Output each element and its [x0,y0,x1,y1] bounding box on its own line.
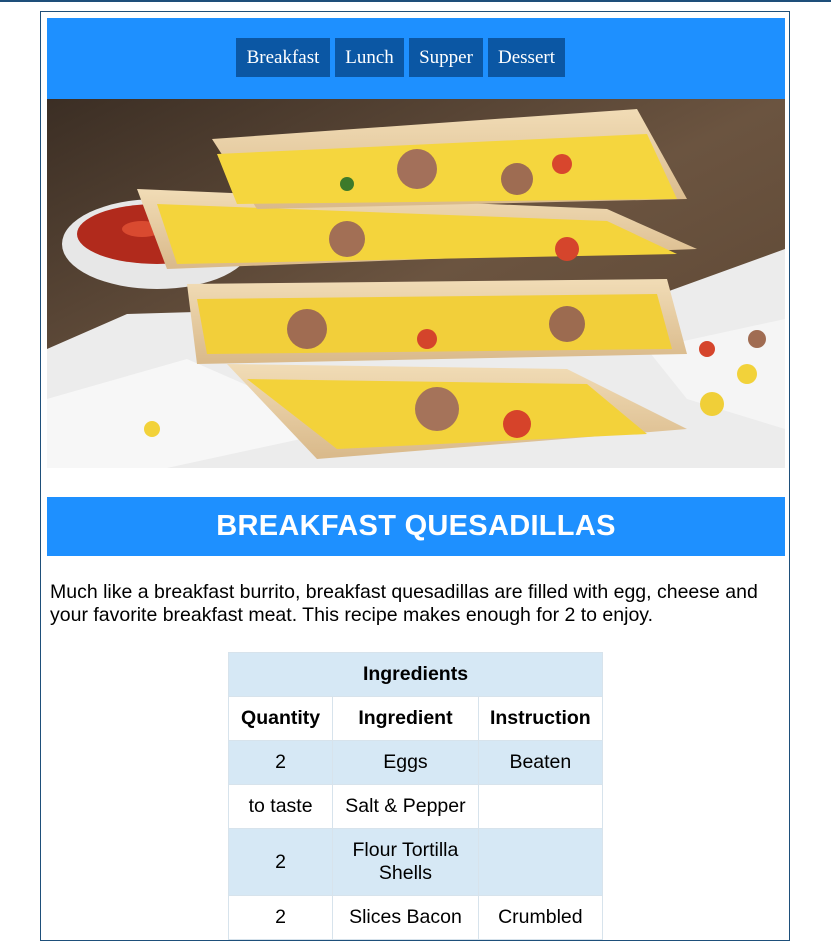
quesadilla-illustration [47,99,785,468]
nav-breakfast-button[interactable]: Breakfast [236,38,330,77]
recipe-title: BREAKFAST QUESADILLAS [47,497,785,556]
cell-ingredient: Eggs [332,740,479,785]
hero-food-image [47,99,785,468]
table-header-row: Quantity Ingredient Instruction [227,696,604,741]
cell-quantity: 2 [227,895,334,940]
cell-quantity: 2 [227,740,334,785]
cell-instruction: Beaten [477,740,604,785]
table-row: 2 Eggs Beaten [227,740,604,785]
top-border-line [0,0,831,2]
cell-quantity: 2 [227,828,334,896]
table-caption: Ingredients [228,652,603,697]
cell-instruction [477,828,604,896]
cell-ingredient: Salt & Pepper [332,784,479,829]
table-row: to taste Salt & Pepper [227,784,604,829]
nav-dessert-button[interactable]: Dessert [488,38,565,77]
table-row: 2 Slices Bacon Crumbled [227,895,604,940]
header-quantity: Quantity [227,696,334,741]
cell-ingredient: Slices Bacon [332,895,479,940]
table-row: 2 Flour Tortilla Shells [227,828,604,896]
recipe-nav-bar: Breakfast Lunch Supper Dessert [47,18,785,99]
table-caption-row: Ingredients [228,652,603,697]
cell-quantity: to taste [227,784,334,829]
cell-instruction [477,784,604,829]
cell-ingredient: Flour Tortilla Shells [332,828,479,896]
header-ingredient: Ingredient [332,696,479,741]
recipe-description: Much like a breakfast burrito, breakfast… [50,581,758,626]
nav-lunch-button[interactable]: Lunch [335,38,404,77]
nav-supper-button[interactable]: Supper [409,38,483,77]
cell-instruction: Crumbled [477,895,604,940]
page-container: Breakfast Lunch Supper Dessert BREAKFAST… [40,11,790,941]
ingredients-table: Ingredients Quantity Ingredient Instruct… [227,652,604,940]
header-instruction: Instruction [477,696,604,741]
